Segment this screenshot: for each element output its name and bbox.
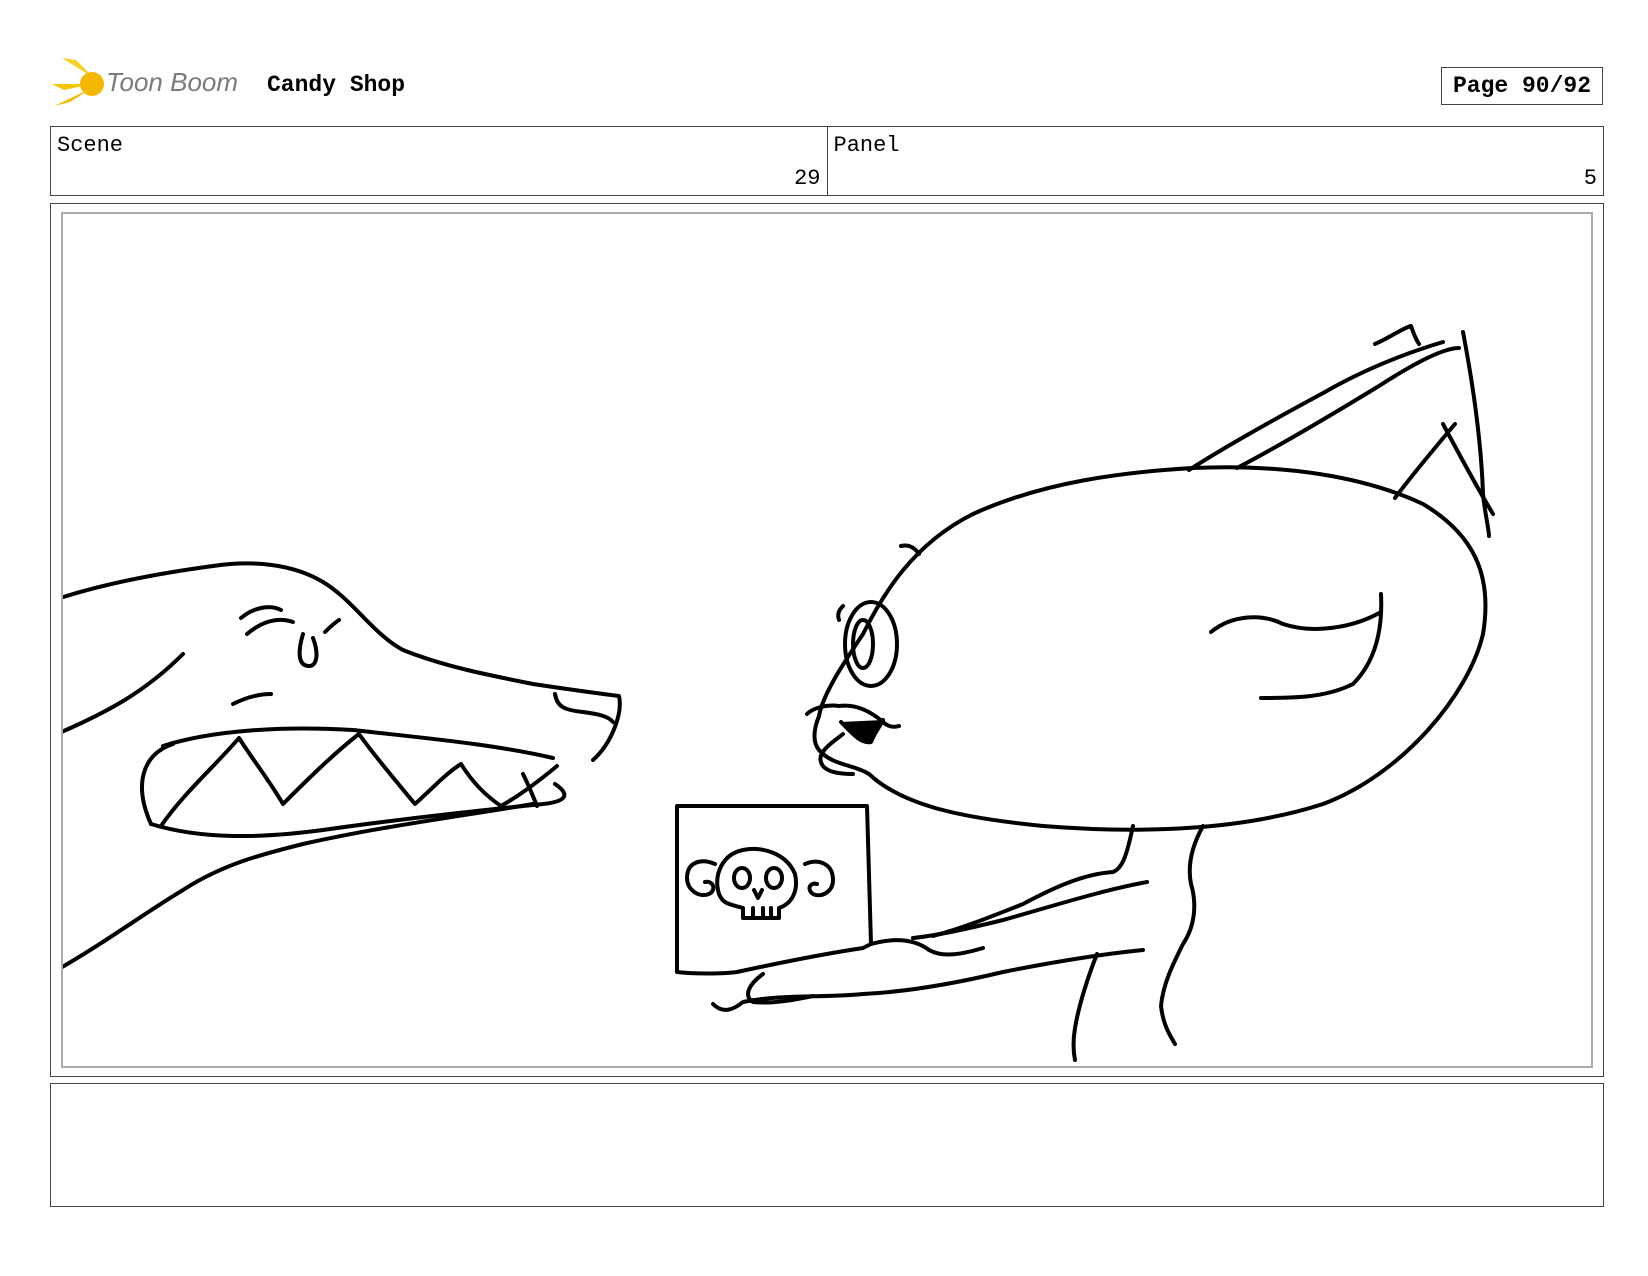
skull-sign — [675, 804, 873, 976]
panel-number: 5 — [1583, 166, 1597, 191]
scene-number: 29 — [794, 166, 821, 191]
panel-cell: Panel 5 — [826, 127, 1604, 195]
panel-frame — [50, 203, 1604, 1077]
scene-panel-info: Scene 29 Panel 5 — [50, 126, 1604, 196]
starburst-icon — [52, 58, 104, 106]
storyboard-sketch — [63, 324, 1495, 1062]
scene-cell: Scene 29 — [51, 127, 827, 195]
panel-notes — [50, 1083, 1604, 1207]
logo-text: Toon Boom — [106, 67, 238, 97]
girl-character — [805, 324, 1495, 832]
scene-label: Scene — [57, 133, 124, 158]
wolf-character — [63, 561, 622, 969]
panel-drawing-area — [61, 212, 1593, 1068]
project-title: Candy Shop — [267, 72, 406, 98]
toon-boom-logo: Toon Boom — [52, 56, 242, 112]
panel-label: Panel — [833, 133, 900, 158]
page-number: Page 90/92 — [1441, 67, 1603, 105]
